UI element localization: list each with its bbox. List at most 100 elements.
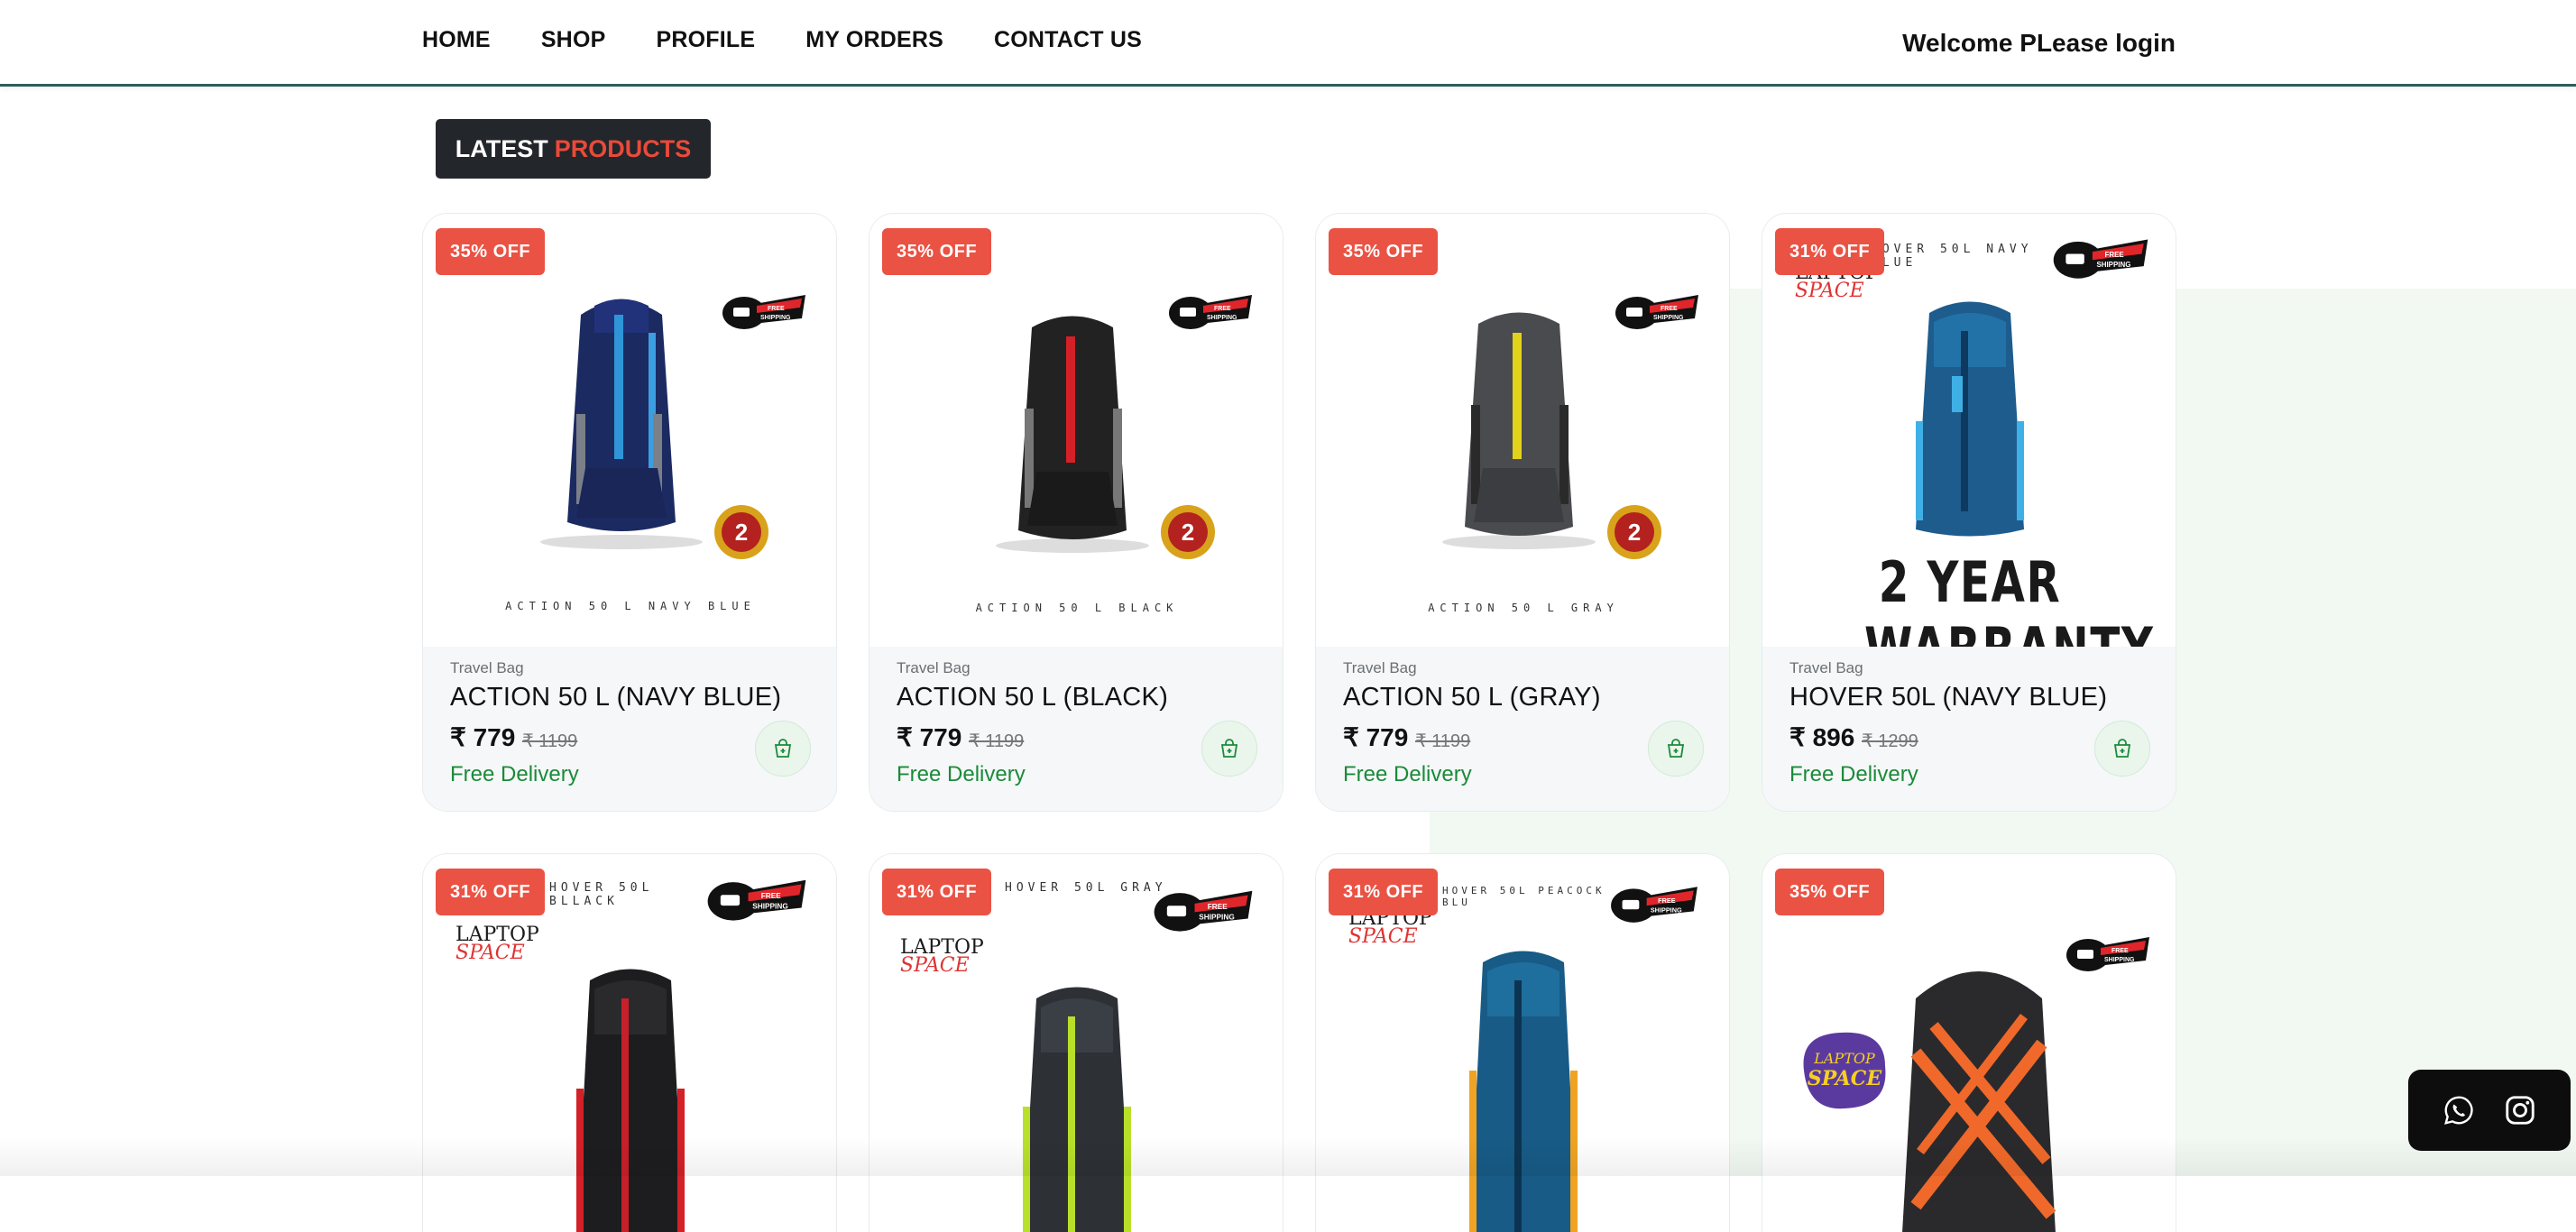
backpack-orange-x-icon — [1902, 971, 2056, 1232]
svg-text:SHIPPING: SHIPPING — [760, 315, 791, 321]
svg-text:SHIPPING: SHIPPING — [2096, 261, 2130, 269]
shopping-bag-icon — [774, 739, 792, 758]
whatsapp-icon[interactable] — [2442, 1093, 2476, 1127]
svg-text:2: 2 — [1182, 519, 1194, 546]
product-info: Travel Bag HOVER 50L (NAVY BLUE) ₹ 896 ₹… — [1762, 647, 2176, 811]
product-category: Travel Bag — [450, 659, 524, 676]
free-shipping-badge-icon: FREE SHIPPING — [1615, 295, 1698, 329]
main-nav: HOME SHOP PROFILE MY ORDERS CONTACT US — [422, 27, 1192, 53]
product-category: Travel Bag — [1789, 659, 1863, 676]
product-image[interactable]: 35% OFF FREE SHIPPING 2 — [1316, 214, 1729, 647]
add-to-cart-button[interactable] — [2094, 721, 2150, 777]
nav-my-orders-link[interactable]: MY ORDERS — [805, 27, 943, 53]
free-shipping-badge-icon: FREE SHIPPING — [1154, 890, 1253, 932]
product-card[interactable]: 35% OFF FREE SHIPPING 2 ACTION 50 L NAVY… — [422, 213, 837, 812]
discount-badge: 35% OFF — [436, 228, 546, 275]
free-shipping-badge-icon: FREE SHIPPING — [722, 295, 805, 329]
nav-home-link[interactable]: HOME — [422, 27, 491, 53]
nav-profile-link[interactable]: PROFILE — [656, 27, 755, 53]
product-info: Travel Bag ACTION 50 L (NAVY BLUE) ₹ 779… — [423, 647, 836, 811]
product-name[interactable]: ACTION 50 L (GRAY) — [1343, 683, 1601, 713]
product-image[interactable]: 31% OFF HOVER 50L NAVY BLUE FREE SHIPPIN… — [1762, 214, 2176, 681]
svg-text:FREE: FREE — [1658, 896, 1676, 905]
product-name[interactable]: HOVER 50L (NAVY BLUE) — [1789, 683, 2107, 713]
product-price: ₹ 896 — [1789, 723, 1855, 751]
image-caption: ACTION 50 L BLACK — [975, 602, 1179, 614]
product-info: Travel Bag ACTION 50 L (GRAY) ₹ 779 ₹ 11… — [1316, 647, 1729, 811]
add-to-cart-button[interactable] — [1201, 721, 1257, 777]
free-shipping-badge-icon: FREE SHIPPING — [1169, 295, 1252, 329]
product-card[interactable]: 35% OFF FREE SHIPPING 2 — [869, 213, 1283, 812]
bottom-shadow — [0, 1136, 2576, 1176]
svg-text:FREE: FREE — [1214, 306, 1231, 312]
product-mrp: ₹ 1199 — [1415, 731, 1471, 751]
product-mrp: ₹ 1199 — [522, 731, 578, 751]
svg-text:SHIPPING: SHIPPING — [2104, 957, 2135, 963]
warranty-seal-icon: 2 — [1161, 505, 1215, 559]
discount-badge: 31% OFF — [882, 869, 992, 915]
product-info: Travel Bag ACTION 50 L (BLACK) ₹ 779 ₹ 1… — [869, 647, 1283, 811]
backpack-hover-peacock-icon — [1469, 951, 1578, 1232]
svg-text:SHIPPING: SHIPPING — [752, 903, 788, 911]
welcome-login-link[interactable]: Welcome PLease login — [1902, 29, 2176, 58]
svg-text:FREE: FREE — [768, 306, 785, 312]
backpack-hover-gray-icon — [1023, 987, 1131, 1232]
backpack-black-icon — [996, 316, 1149, 553]
free-shipping-badge-icon: FREE SHIPPING — [1611, 887, 1697, 923]
heading-main-text: LATEST — [455, 134, 548, 162]
discount-badge: 31% OFF — [436, 869, 546, 915]
shopping-bag-icon — [2113, 739, 2131, 758]
svg-text:SHIPPING: SHIPPING — [1651, 906, 1682, 914]
product-image[interactable]: 35% OFF FREE SHIPPING 2 ACTION 50 L NAVY… — [423, 214, 836, 647]
free-delivery-label: Free Delivery — [1789, 762, 1918, 786]
svg-text:SPACE: SPACE — [1808, 1067, 1882, 1090]
free-shipping-badge-icon: FREE SHIPPING — [2053, 239, 2148, 279]
discount-badge: 31% OFF — [1775, 228, 1885, 275]
discount-badge: 35% OFF — [882, 228, 992, 275]
svg-text:FREE: FREE — [2105, 251, 2124, 259]
laptop-space-label: LAPTOPSPACE — [900, 936, 984, 977]
shopping-bag-icon — [1220, 739, 1238, 758]
product-mrp: ₹ 1299 — [1862, 731, 1918, 751]
image-caption: ACTION 50 L NAVY BLUE — [505, 600, 756, 612]
product-mrp: ₹ 1199 — [969, 731, 1025, 751]
free-shipping-badge-icon: FREE SHIPPING — [707, 879, 806, 921]
product-category: Travel Bag — [1343, 659, 1417, 676]
product-name[interactable]: ACTION 50 L (NAVY BLUE) — [450, 683, 781, 713]
latest-products-heading: LATEST PRODUCTS — [436, 119, 711, 179]
product-category: Travel Bag — [897, 659, 971, 676]
instagram-icon[interactable] — [2503, 1093, 2537, 1127]
warranty-seal-icon: 2 — [1607, 505, 1661, 559]
nav-contact-us-link[interactable]: CONTACT US — [994, 27, 1142, 53]
product-card[interactable]: 35% OFF FREE SHIPPING 2 — [1315, 213, 1730, 812]
svg-text:LAPTOP: LAPTOP — [1813, 1050, 1875, 1067]
discount-badge: 35% OFF — [1775, 869, 1885, 915]
svg-text:SHIPPING: SHIPPING — [1199, 914, 1235, 922]
nav-shop-link[interactable]: SHOP — [541, 27, 606, 53]
svg-text:FREE: FREE — [2111, 948, 2129, 954]
add-to-cart-button[interactable] — [1648, 721, 1704, 777]
product-name[interactable]: ACTION 50 L (BLACK) — [897, 683, 1168, 713]
svg-text:SHIPPING: SHIPPING — [1653, 315, 1684, 321]
product-image[interactable]: 35% OFF FREE SHIPPING 2 — [869, 214, 1283, 647]
svg-text:2: 2 — [1628, 519, 1641, 546]
backpack-gray-icon — [1442, 312, 1596, 549]
warranty-seal-icon: 2 — [714, 505, 768, 559]
product-price: ₹ 779 — [897, 723, 962, 751]
svg-text:FREE: FREE — [1661, 306, 1678, 312]
shopping-bag-icon — [1667, 739, 1685, 758]
product-card[interactable]: 31% OFF HOVER 50L NAVY BLUE FREE SHIPPIN… — [1762, 213, 2176, 812]
discount-badge: 31% OFF — [1329, 869, 1439, 915]
laptop-space-label: LAPTOPSPACE — [455, 924, 539, 964]
free-delivery-label: Free Delivery — [1343, 762, 1472, 786]
add-to-cart-button[interactable] — [755, 721, 811, 777]
free-delivery-label: Free Delivery — [897, 762, 1026, 786]
top-navbar: HOME SHOP PROFILE MY ORDERS CONTACT US W… — [0, 0, 2576, 87]
product-grid: 35% OFF FREE SHIPPING 2 ACTION 50 L NAVY… — [422, 213, 2176, 1232]
free-delivery-label: Free Delivery — [450, 762, 579, 786]
svg-text:2: 2 — [735, 519, 748, 546]
backpack-hover-black-icon — [576, 969, 685, 1232]
backpack-hover-blue-icon — [1916, 301, 2024, 537]
backpack-navy-icon — [540, 299, 703, 549]
discount-badge: 35% OFF — [1329, 228, 1439, 275]
